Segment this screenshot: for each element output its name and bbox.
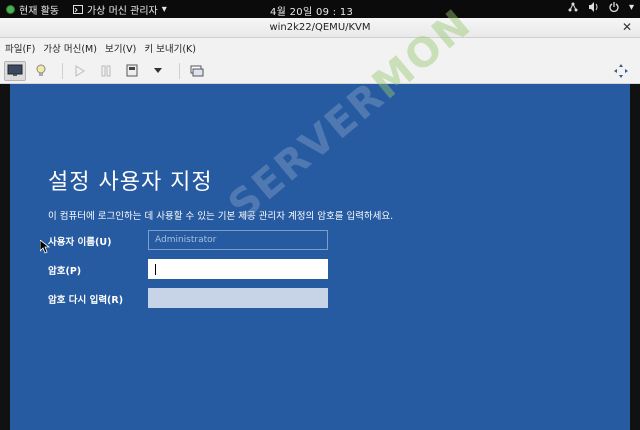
username-field[interactable]: Administrator bbox=[148, 230, 328, 250]
instruction-text: 이 컴퓨터에 로그인하는 데 사용할 수 있는 기본 제공 관리자 계정의 암호… bbox=[48, 211, 394, 222]
chevron-down-icon: ▾ bbox=[161, 3, 167, 15]
shutdown-menu-button[interactable] bbox=[147, 61, 169, 81]
mouse-cursor-icon bbox=[40, 240, 50, 254]
toolbar-separator bbox=[62, 62, 63, 79]
password-field[interactable] bbox=[148, 259, 328, 279]
window-titlebar[interactable]: win2k22/QEMU/KVM ✕ bbox=[0, 18, 640, 38]
power-icon bbox=[609, 2, 619, 12]
menu-virtual-machine[interactable]: 가상 머신(M) bbox=[43, 41, 97, 55]
lightbulb-icon bbox=[36, 64, 46, 76]
app-menu[interactable]: 가상 머신 관리자 ▾ bbox=[72, 2, 167, 17]
network-icon bbox=[568, 2, 578, 12]
shutdown-icon bbox=[126, 64, 138, 77]
clock[interactable]: 4월 20일 09 : 13 bbox=[270, 3, 353, 18]
pause-icon bbox=[101, 65, 111, 76]
confirm-password-label: 암호 다시 입력(R) bbox=[48, 295, 124, 306]
username-label: 사용자 이름(U) bbox=[48, 237, 112, 248]
text-caret bbox=[155, 264, 156, 275]
toolbar bbox=[0, 58, 640, 84]
windows-setup-screen[interactable]: 설정 사용자 지정 이 컴퓨터에 로그인하는 데 사용할 수 있는 기본 제공 … bbox=[10, 0, 630, 430]
vm-display-area[interactable]: 설정 사용자 지정 이 컴퓨터에 로그인하는 데 사용할 수 있는 기본 제공 … bbox=[0, 0, 640, 430]
window-title: win2k22/QEMU/KVM bbox=[269, 22, 371, 33]
vm-console-window: win2k22/QEMU/KVM ✕ 파일(F) 가상 머신(M) 보기(V) … bbox=[0, 0, 640, 430]
app-menu-label: 가상 머신 관리자 bbox=[86, 5, 158, 17]
close-icon[interactable]: ✕ bbox=[622, 20, 632, 34]
dropdown-arrow-icon bbox=[154, 67, 162, 73]
pause-button[interactable] bbox=[95, 61, 117, 81]
page-title: 설정 사용자 지정 bbox=[48, 170, 213, 195]
activities-button[interactable]: 현재 활동 bbox=[6, 2, 59, 17]
fullscreen-button[interactable] bbox=[610, 61, 632, 81]
app-menu-icon bbox=[72, 4, 83, 14]
menu-view[interactable]: 보기(V) bbox=[105, 41, 136, 55]
chevron-down-icon: ▾ bbox=[628, 2, 634, 13]
volume-icon bbox=[588, 2, 598, 12]
confirm-password-field[interactable] bbox=[148, 288, 328, 308]
details-view-button[interactable] bbox=[30, 61, 52, 81]
toolbar-separator bbox=[179, 62, 180, 79]
system-tray[interactable]: ▾ bbox=[568, 2, 634, 13]
menu-bar: 파일(F) 가상 머신(M) 보기(V) 키 보내기(K) bbox=[0, 38, 640, 58]
monitor-icon bbox=[7, 64, 23, 76]
console-view-button[interactable] bbox=[4, 60, 26, 81]
play-icon bbox=[75, 64, 85, 77]
menu-file[interactable]: 파일(F) bbox=[5, 41, 35, 55]
fullscreen-icon bbox=[614, 63, 628, 78]
password-label: 암호(P) bbox=[48, 266, 82, 277]
screenshot-icon bbox=[190, 65, 204, 76]
watermark-text: SERVER bbox=[220, 73, 394, 230]
activities-label: 현재 활동 bbox=[19, 5, 59, 17]
gnome-top-bar: 현재 활동 가상 머신 관리자 ▾ 4월 20일 09 : 13 ▾ bbox=[0, 0, 640, 18]
run-button[interactable] bbox=[69, 61, 91, 81]
green-status-icon bbox=[6, 4, 15, 14]
menu-send-key[interactable]: 키 보내기(K) bbox=[144, 41, 196, 55]
snapshot-button[interactable] bbox=[186, 61, 208, 81]
shutdown-button[interactable] bbox=[121, 61, 143, 81]
